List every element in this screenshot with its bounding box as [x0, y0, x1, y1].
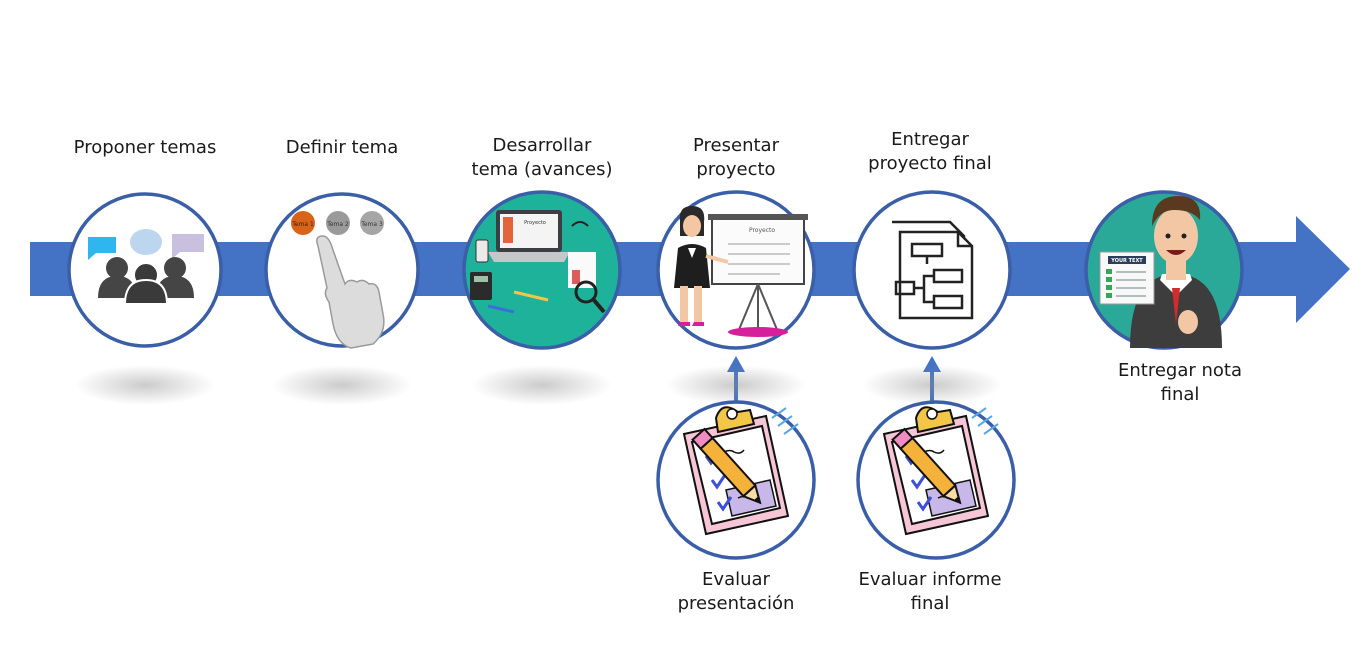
svg-text:Tema 1: Tema 1	[291, 221, 314, 228]
svg-text:Proyecto: Proyecto	[749, 227, 775, 234]
step-label-entregar-proyecto: Entregar proyecto final	[868, 129, 992, 174]
eval-label-presentacion: Evaluar presentación	[677, 569, 795, 614]
step-label-desarrollar-tema: Desarrollar tema (avances)	[471, 135, 613, 180]
step-label-presentar-proyecto: Presentar proyecto	[693, 135, 779, 180]
svg-text:Proyecto: Proyecto	[524, 220, 546, 226]
step-circle-definir-tema: Tema 1 Tema 2 Tema 3	[264, 192, 420, 349]
step-circle-entregar-nota: YOUR TEXT	[1084, 190, 1244, 350]
eval-label-informe-final: Evaluar informe final	[858, 569, 1002, 614]
step-circle-entregar-proyecto	[852, 190, 1012, 350]
eval-circle-presentacion	[656, 400, 816, 560]
document-diagram-icon	[892, 220, 974, 320]
step-circle-presentar-proyecto: Proyecto	[656, 190, 816, 350]
eval-circle-informe-final	[856, 400, 1016, 560]
svg-text:Tema 3: Tema 3	[360, 221, 383, 228]
process-diagram: Tema 1 Tema 2 Tema 3 Proyecto Proyecto Y…	[0, 0, 1362, 647]
diagram-graphics: Tema 1 Tema 2 Tema 3 Proyecto Proyecto Y…	[30, 190, 1350, 560]
step-label-entregar-nota: Entregar nota final	[1117, 360, 1242, 405]
svg-text:YOUR TEXT: YOUR TEXT	[1110, 258, 1143, 264]
step-circle-proponer-temas	[67, 192, 223, 348]
step-circle-desarrollar-tema: Proyecto	[462, 190, 622, 350]
svg-text:Tema 2: Tema 2	[326, 221, 349, 228]
circle-shadows	[75, 365, 1002, 405]
step-label-definir-tema: Definir tema	[285, 137, 399, 158]
step-label-proponer-temas: Proponer temas	[73, 137, 217, 158]
